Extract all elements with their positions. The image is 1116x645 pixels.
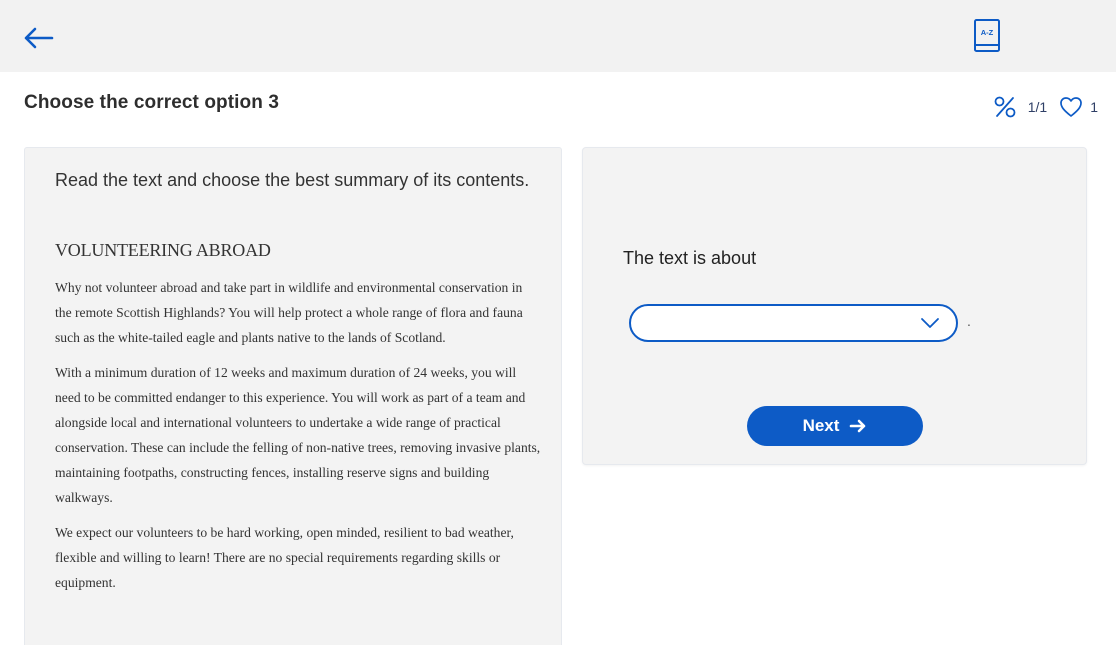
instruction-text: Read the text and choose the best summar…	[55, 170, 530, 190]
dictionary-button[interactable]: A-Z	[970, 16, 1004, 56]
article-paragraph: We expect our volunteers to be hard work…	[55, 525, 514, 590]
article-paragraph: With a minimum duration of 12 weeks and …	[55, 365, 541, 505]
next-button-label: Next	[802, 416, 840, 435]
back-button[interactable]	[20, 22, 56, 54]
like-count: 1	[1090, 99, 1098, 115]
like-button[interactable]	[1059, 95, 1083, 119]
arrow-left-icon	[24, 27, 54, 49]
chevron-down-icon	[920, 314, 940, 332]
article: VOLUNTEERING ABROAD Why not volunteer ab…	[55, 240, 541, 605]
answer-dropdown[interactable]	[629, 304, 958, 342]
exercise-stats: 1/1 1	[992, 94, 1098, 120]
next-button[interactable]: Next	[747, 406, 923, 446]
top-bar: A-Z	[0, 0, 1116, 72]
question-panel: The text is about . Next	[582, 147, 1087, 465]
article-title: VOLUNTEERING ABROAD	[55, 240, 271, 260]
page-title: Choose the correct option 3	[24, 92, 280, 113]
question-prompt: The text is about	[623, 248, 757, 268]
progress-count: 1/1	[1027, 99, 1048, 115]
arrow-right-icon	[849, 419, 867, 433]
reading-text-panel: Read the text and choose the best summar…	[24, 147, 562, 645]
sentence-period: .	[967, 313, 971, 329]
heart-icon	[1060, 97, 1083, 117]
dictionary-label: A-Z	[981, 28, 994, 37]
percent-icon	[994, 96, 1016, 118]
article-paragraph: Why not volunteer abroad and take part i…	[55, 280, 523, 345]
percent-button[interactable]	[992, 94, 1018, 120]
a-z-dictionary-icon: A-Z	[974, 19, 1000, 52]
